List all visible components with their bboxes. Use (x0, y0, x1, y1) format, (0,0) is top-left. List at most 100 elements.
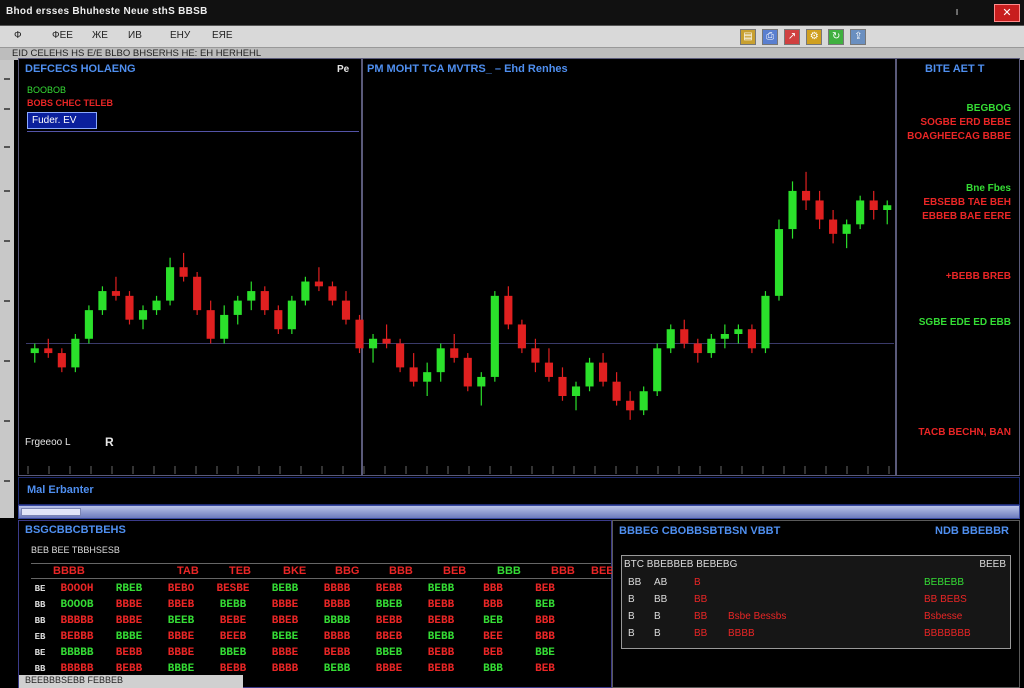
order-cell: B (654, 611, 661, 622)
candle (111, 276, 121, 301)
candle-body (693, 343, 702, 354)
menu-item-5[interactable]: ЕНУ (170, 30, 190, 41)
settings-icon[interactable]: ⚙ (806, 29, 823, 45)
column-header[interactable]: BEB (591, 565, 614, 577)
menu-item-6[interactable]: ЕЯЕ (212, 30, 233, 41)
candle-body (585, 362, 594, 387)
order-row[interactable]: B B BB Bsbe Bessbs Bsbesse (624, 610, 1010, 626)
table-row[interactable]: BB BOOOB BBBE BBEB BEBB BBBE BBBB BBEB BEBB BBB BE… (29, 597, 571, 613)
column-header[interactable]: BEB (443, 565, 466, 577)
candle (436, 343, 445, 382)
candle (382, 324, 391, 349)
candle-body (220, 314, 229, 339)
export-icon[interactable]: ⇪ (850, 29, 867, 45)
candle-body (436, 348, 445, 373)
quote-item[interactable]: +BEBB BREB (946, 271, 1011, 282)
candle (125, 291, 134, 325)
candle (314, 267, 323, 292)
order-list: BTC BBEBBEB BEBEBG BEEB BB AB B BEBEBB B BB BB… (621, 555, 1011, 649)
tool-handle-icon[interactable] (4, 190, 10, 192)
quote-item[interactable]: BOAGHEECAG BBBE (907, 131, 1011, 142)
candle (166, 257, 175, 306)
column-header[interactable]: BBG (335, 565, 359, 577)
candle (355, 314, 364, 354)
candle-body (57, 353, 66, 368)
menu-item-4[interactable]: ИВ (128, 30, 142, 41)
candle (801, 171, 811, 210)
tool-handle-icon[interactable] (4, 420, 10, 422)
table-cell: BEBB (427, 615, 455, 627)
quote-item[interactable]: TACB BECHN, BAN (918, 427, 1011, 438)
table-cell: BBEB (375, 647, 403, 659)
tool-handle-icon[interactable] (4, 78, 10, 80)
candle-body (680, 329, 689, 344)
order-row[interactable]: BB AB B BEBEBB (624, 576, 1010, 592)
print-icon[interactable]: ⎙ (762, 29, 779, 45)
tool-handle-icon[interactable] (4, 480, 10, 482)
table-cell: BBBE (167, 631, 195, 643)
close-button[interactable]: ✕ (994, 4, 1020, 22)
table-cell: BEBBB (60, 631, 94, 643)
horizontal-scrollbar[interactable] (18, 505, 1020, 519)
quote-item[interactable]: SGBE EDE ED EBB (919, 317, 1011, 328)
column-header[interactable]: BBB (389, 565, 413, 577)
column-header[interactable]: BBBB (53, 565, 85, 577)
candle (774, 219, 784, 301)
quote-item[interactable]: EBSEBB TAE BEH (923, 197, 1011, 208)
tool-handle-icon[interactable] (4, 108, 10, 110)
table-cell: BBBE (167, 647, 195, 659)
candle-body (517, 324, 526, 349)
quote-item[interactable]: EBBEB BAE EERE (922, 211, 1011, 222)
ticker-header-row: BBBB TAB TEB BKE BBG BBB BEB BBB BBB BEB (31, 563, 614, 579)
window-title: Bhod ersses Bhuheste Neue sthS BBSB (6, 6, 208, 17)
menu-item-3[interactable]: ЖЕ (92, 30, 108, 41)
order-cell: BB (628, 577, 642, 588)
candle (396, 338, 405, 373)
candle-body (382, 338, 391, 344)
candle (883, 200, 892, 225)
candle-body (707, 338, 716, 354)
folder-icon[interactable]: ▤ (740, 29, 756, 45)
table-row[interactable]: EB BEBBB BBBE BBBE BEEB BEBE BBBB BBEB BEBB BEE BB… (29, 629, 571, 645)
order-row[interactable]: B BB BB BB BEBS (624, 593, 1010, 609)
tool-handle-icon[interactable] (4, 240, 10, 242)
refresh-icon[interactable]: ↻ (828, 29, 845, 45)
scrollbar-thumb[interactable] (21, 508, 81, 516)
tool-handle-icon[interactable] (4, 360, 10, 362)
column-header[interactable]: TAB (177, 565, 199, 577)
candle-body (626, 400, 635, 411)
quote-item[interactable]: BEGBOG (967, 103, 1011, 114)
menu-item-1[interactable]: Ф (14, 30, 22, 41)
column-header[interactable]: BBB (497, 565, 521, 577)
column-header[interactable]: BBB (551, 565, 575, 577)
table-cell: BEB (535, 599, 555, 611)
table-cell: BEB (535, 663, 555, 675)
column-header[interactable]: TEB (229, 565, 251, 577)
tool-handle-icon[interactable] (4, 146, 10, 148)
table-row[interactable]: BE BOOOH RBEB BEBO BESBE BEBB BBBB BEBB BEBB BBB B… (29, 581, 571, 597)
candle (761, 291, 770, 354)
menu-item-2[interactable]: ФЕЕ (52, 30, 73, 41)
candle (84, 305, 93, 344)
table-row[interactable]: BE BBBBB BEBB BBBE BBEB BBBE BEBB BBEB BEBB BEB BB… (29, 645, 571, 661)
tool-handle-icon[interactable] (4, 300, 10, 302)
candle (585, 357, 594, 392)
order-cell: B (628, 628, 635, 639)
menu-bar: Ф ФЕЕ ЖЕ ИВ ЕНУ ЕЯЕ (0, 26, 1024, 48)
quote-item[interactable]: SOGBE ERD BEBE (920, 117, 1011, 128)
order-cell: B (628, 611, 635, 622)
column-header[interactable]: BKE (283, 565, 306, 577)
chart-icon[interactable]: ↗ (784, 29, 801, 45)
candle (747, 324, 756, 354)
indicator-label: Mal Erbanter (27, 484, 94, 496)
table-cell: BEBE (271, 631, 299, 643)
quote-item[interactable]: Bne Fbes (966, 183, 1011, 194)
table-cell: BEB (483, 647, 503, 659)
candle (842, 219, 851, 249)
order-row[interactable]: B B BB BBBB BBBBBBB (624, 627, 1010, 643)
table-cell: BBBBB (60, 647, 94, 659)
ticker-table-panel: BSGCBBCBTBEHS BEB BEE TBBHSESB BBBB TAB TE… (18, 520, 614, 688)
minimize-icon[interactable]: ı (952, 5, 962, 19)
candlestick-chart[interactable] (18, 58, 896, 476)
table-row[interactable]: BB BBBBB BBBE BEEB BEBE BBEB BBBB BEBB BEBB BEB BB… (29, 613, 571, 629)
